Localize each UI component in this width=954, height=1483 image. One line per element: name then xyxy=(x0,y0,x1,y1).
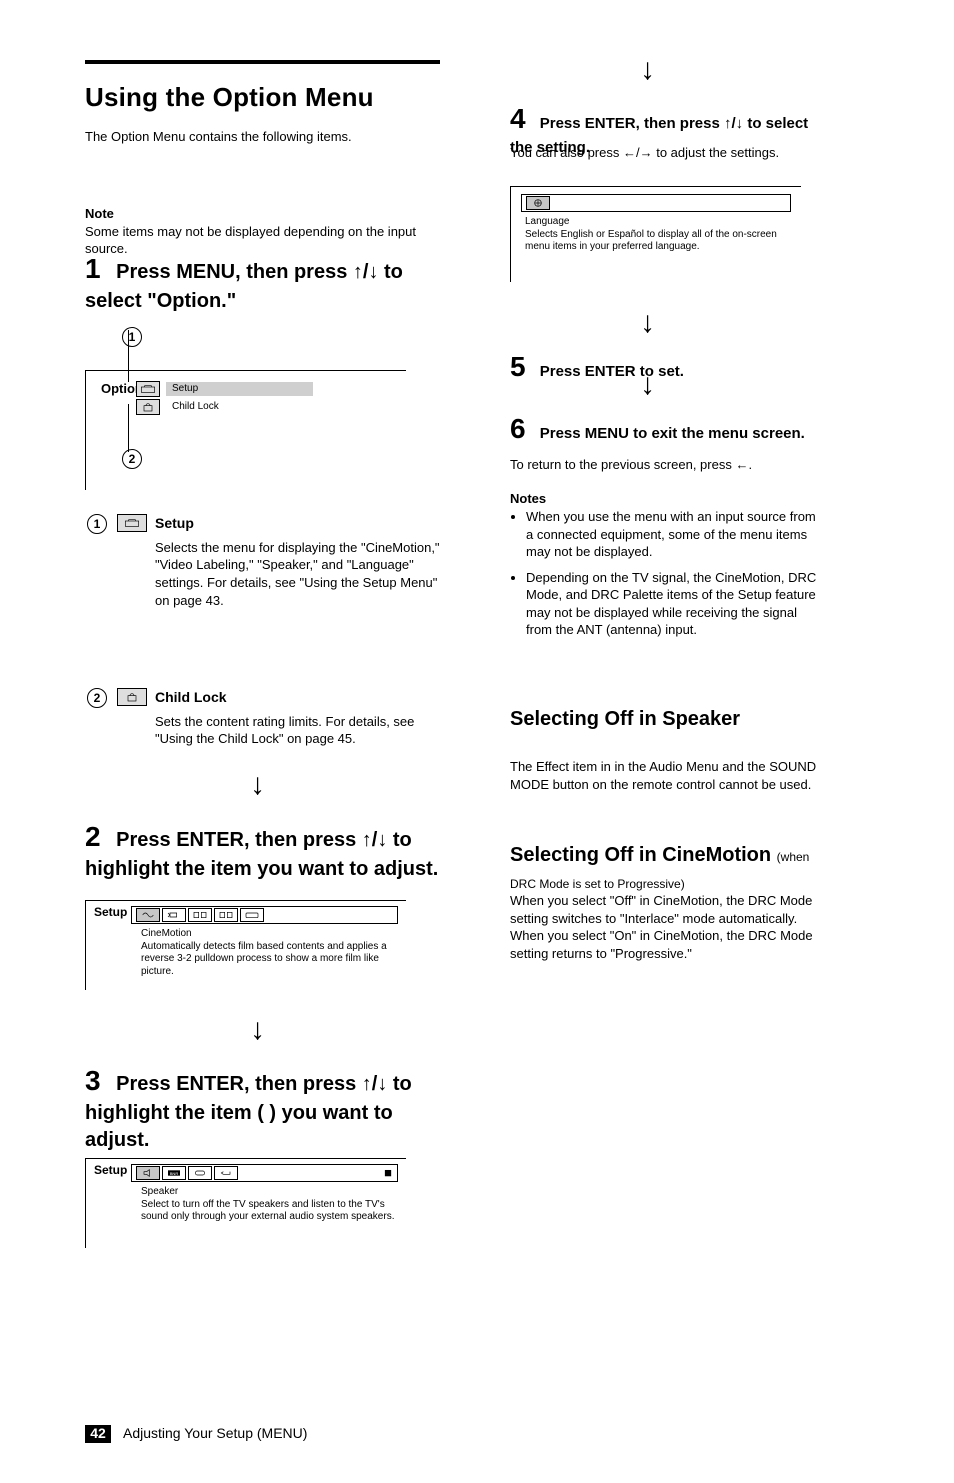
subheading-cinemotion-off-body: When you select "Off" in CineMotion, the… xyxy=(510,892,820,962)
toolbox-icon xyxy=(136,381,160,397)
page-title: Using the Option Menu xyxy=(85,80,445,115)
legend-2-title: Child Lock xyxy=(155,688,445,707)
page-subtitle: The Option Menu contains the following i… xyxy=(85,128,445,146)
lock-icon xyxy=(117,688,147,706)
keyboard-icon xyxy=(240,908,264,922)
iconbar-caption: CineMotionAutomatically detects film bas… xyxy=(141,928,396,978)
iconbar-brand: Setup xyxy=(94,904,127,920)
step-6-body: To return to the previous screen, press … xyxy=(510,456,810,474)
svg-text:BNR: BNR xyxy=(170,1171,179,1176)
callout-leader-2 xyxy=(128,404,129,452)
iconbar-strip xyxy=(131,906,398,924)
down-arrow-icon: ↓ xyxy=(640,55,655,85)
return-icon xyxy=(214,1166,238,1180)
note-item: Depending on the TV signal, the CineMoti… xyxy=(526,569,820,639)
legend-2: 2 Child Lock Sets the content rating lim… xyxy=(85,688,445,748)
page-number: 42 xyxy=(85,1425,111,1443)
drc-icon xyxy=(188,908,212,922)
right-marker: ■ xyxy=(383,1167,393,1179)
page-label: Adjusting Your Setup (MENU) xyxy=(123,1424,307,1443)
callout-leader-1 xyxy=(128,330,129,382)
drc2-icon xyxy=(214,908,238,922)
legend-2-number: 2 xyxy=(87,688,107,708)
down-arrow-icon: ↓ xyxy=(250,1015,265,1045)
repeat-icon xyxy=(162,908,186,922)
subheading-cinemotion-off: Selecting Off in CineMotion (when DRC Mo… xyxy=(510,842,820,896)
speaker-icon xyxy=(136,1166,160,1180)
step-2-heading: 2 Press ENTER, then press ↑/↓ to highlig… xyxy=(85,818,445,883)
notes-list: When you use the menu with an input sour… xyxy=(510,508,820,647)
note-label: Note xyxy=(85,206,114,221)
down-arrow-icon: ↓ xyxy=(250,770,265,800)
panel-caption: LanguageSelects English or Español to di… xyxy=(525,216,791,254)
bnr-icon: BNR xyxy=(162,1166,186,1180)
osd-row-setup: Setup xyxy=(136,380,313,398)
step-4-body: You can also press ←/→ to adjust the set… xyxy=(510,144,810,162)
iconbar-strip: BNR ■ xyxy=(131,1164,398,1182)
iconbar-step3: Setup BNR ■ SpeakerSelect to turn off th… xyxy=(85,1158,406,1248)
section-rule xyxy=(85,60,440,64)
step-5-heading: 5 Press ENTER to set. xyxy=(510,348,810,386)
subheading-speaker-off-body: The Effect item in in the Audio Menu and… xyxy=(510,758,820,793)
toolbox-icon xyxy=(117,514,147,532)
callout-1-anchor: 1 xyxy=(122,327,142,347)
iconbar-step2: Setup CineMotionAutomatically detects fi… xyxy=(85,900,406,990)
legend-1: 1 Setup Selects the menu for displaying … xyxy=(85,514,445,609)
cinemotion-icon xyxy=(136,908,160,922)
subheading-speaker-off: Selecting Off in Speaker xyxy=(510,706,820,733)
globe-icon xyxy=(526,196,550,210)
legend-1-number: 1 xyxy=(87,514,107,534)
step-3-heading: 3 Press ENTER, then press ↑/↓ to highlig… xyxy=(85,1062,445,1154)
step-6-heading: 6 Press MENU to exit the menu screen. xyxy=(510,410,810,448)
notes-label: Notes xyxy=(510,490,546,508)
osd-row-childlock: Child Lock xyxy=(136,398,313,416)
down-arrow-icon: ↓ xyxy=(640,308,655,338)
panel-language: LanguageSelects English or Español to di… xyxy=(510,186,801,282)
osd-row-childlock-label: Child Lock xyxy=(166,400,313,414)
iconbar-caption: SpeakerSelect to turn off the TV speaker… xyxy=(141,1186,396,1224)
plug-icon xyxy=(188,1166,212,1180)
legend-2-text: Sets the content rating limits. For deta… xyxy=(155,713,445,748)
legend-1-title: Setup xyxy=(155,514,445,533)
osd-row-setup-label: Setup xyxy=(166,382,313,396)
page-footer: 42 Adjusting Your Setup (MENU) xyxy=(85,1424,307,1443)
legend-1-text: Selects the menu for displaying the "Cin… xyxy=(155,539,445,609)
lock-icon xyxy=(136,399,160,415)
note-item: When you use the menu with an input sour… xyxy=(526,508,820,561)
step-1-heading: 1 Press MENU, then press ↑/↓ to select "… xyxy=(85,250,445,315)
osd-option-menu: Option Setup Child Lock xyxy=(85,370,406,490)
iconbar-brand: Setup xyxy=(94,1162,127,1178)
